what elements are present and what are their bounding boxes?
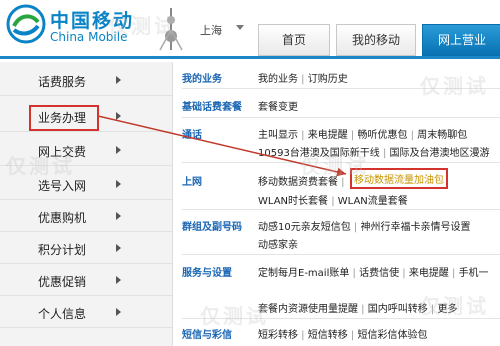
- row-divider: [182, 318, 500, 319]
- link-caller-id[interactable]: 主叫显示: [258, 130, 298, 141]
- brand-name-en: China Mobile: [50, 30, 128, 44]
- link-sms-package[interactable]: 动感10元亲友短信包: [258, 222, 351, 233]
- sidebar-item-label: 网上交费: [38, 145, 87, 159]
- link-listen-package[interactable]: 畅听优惠包: [357, 130, 407, 141]
- link-data-booster-highlighted[interactable]: 移动数据流量加油包: [350, 168, 448, 189]
- category-groups: 群组及副号码: [182, 222, 242, 233]
- link-mms-transfer[interactable]: 短彩转移: [258, 330, 298, 341]
- category-sms-mms: 短信与彩信: [182, 330, 232, 341]
- link-email-bill[interactable]: 定制每月E-mail账单: [258, 268, 349, 279]
- link-wlan-time[interactable]: WLAN时长套餐: [258, 196, 328, 207]
- link-more[interactable]: 更多: [437, 304, 457, 315]
- link-order-history[interactable]: 订购历史: [308, 74, 348, 85]
- sidebar-item-business[interactable]: 业务办理: [0, 102, 172, 132]
- link-phone[interactable]: 手机一: [459, 268, 489, 279]
- chevron-right-icon: [116, 76, 121, 84]
- link-row-5b: 套餐内资源使用量提醒 | 国内呼叫转移 | 更多: [258, 304, 458, 315]
- chevron-right-icon: [116, 276, 121, 284]
- sidebar: 话费服务 业务办理 网上交费 选号入网 优惠购机 积分计划 优惠促销 个人信息: [0, 62, 173, 346]
- chevron-right-icon: [116, 180, 121, 188]
- link-roaming[interactable]: 国际及台港澳地区漫游: [390, 148, 490, 159]
- sidebar-item-label: 积分计划: [38, 243, 87, 257]
- link-sms-transfer[interactable]: 短信转移: [308, 330, 348, 341]
- sidebar-item-label: 话费服务: [38, 75, 87, 89]
- row-divider: [182, 209, 500, 210]
- sidebar-item-label: 选号入网: [38, 179, 87, 193]
- tab-home[interactable]: 首页: [258, 24, 330, 56]
- chevron-down-icon[interactable]: [236, 25, 244, 30]
- sidebar-item-bill-service[interactable]: 话费服务: [0, 66, 172, 96]
- category-internet: 上网: [182, 177, 202, 188]
- china-mobile-logo-icon: [6, 4, 46, 44]
- oriental-pearl-tower-icon: [159, 8, 183, 51]
- tab-online-service[interactable]: 网上营业: [422, 24, 500, 56]
- link-sms-trial[interactable]: 短信彩信体验包: [357, 330, 427, 341]
- link-call-alert[interactable]: 来电提醒: [409, 268, 449, 279]
- link-row-4: 动感10元亲友短信包 | 神州行幸福卡亲情号设置: [258, 222, 471, 233]
- tab-my-mobile[interactable]: 我的移动: [336, 24, 416, 56]
- sidebar-item-online-payment[interactable]: 网上交费: [0, 136, 172, 166]
- row-divider: [182, 88, 500, 89]
- row-divider: [182, 117, 500, 118]
- link-bill-messenger[interactable]: 话费信使: [359, 268, 399, 279]
- link-row-6: 短彩转移 | 短信转移 | 短信彩信体验包: [258, 330, 428, 341]
- link-wlan-data[interactable]: WLAN流量套餐: [338, 196, 408, 207]
- header-divider: [0, 56, 500, 59]
- category-calls: 通话: [182, 130, 202, 141]
- chevron-right-icon: [116, 244, 121, 252]
- link-family[interactable]: 动感家亲: [258, 236, 298, 251]
- sidebar-item-label: 优惠购机: [38, 211, 87, 225]
- link-family-number[interactable]: 神州行幸福卡亲情号设置: [360, 222, 470, 233]
- city-selector[interactable]: 上海: [200, 22, 222, 38]
- category-basic-plans: 基础话费套餐: [182, 102, 242, 113]
- link-weekend-package[interactable]: 周末畅聊包: [417, 130, 467, 141]
- link-plan-change[interactable]: 套餐变更: [258, 98, 298, 113]
- link-row-3b: WLAN时长套餐 | WLAN流量套餐: [258, 196, 408, 207]
- link-call-forward[interactable]: 国内呼叫转移: [368, 304, 428, 315]
- chevron-right-icon: [116, 308, 121, 316]
- link-call-reminder[interactable]: 来电提醒: [308, 130, 348, 141]
- link-row-5: 定制每月E-mail账单 | 话费信使 | 来电提醒 | 手机一: [258, 268, 489, 279]
- link-international-line[interactable]: 10593台港澳及国际新干线: [258, 148, 380, 159]
- sidebar-item-select-number[interactable]: 选号入网: [0, 170, 172, 200]
- link-row-2: 主叫显示 | 来电提醒 | 畅听优惠包 | 周末畅聊包: [258, 130, 468, 141]
- sidebar-item-personal-info[interactable]: 个人信息: [0, 298, 172, 328]
- link-row-2b: 10593台港澳及国际新干线 | 国际及台港澳地区漫游: [258, 148, 490, 159]
- sidebar-item-promotions[interactable]: 优惠促销: [0, 266, 172, 296]
- chevron-right-icon: [116, 146, 121, 154]
- link-row-0: 我的业务 | 订购历史: [258, 74, 348, 85]
- link-row-3: 移动数据资费套餐 |: [258, 177, 345, 188]
- brand-name-cn: 中国移动: [50, 10, 135, 32]
- category-service-settings: 服务与设置: [182, 268, 232, 279]
- sidebar-item-phone-deals[interactable]: 优惠购机: [0, 202, 172, 232]
- sidebar-item-label: 优惠促销: [38, 275, 87, 289]
- sidebar-item-label: 业务办理: [38, 111, 87, 125]
- row-divider: [182, 254, 500, 255]
- link-my-business[interactable]: 我的业务: [258, 74, 298, 85]
- row-divider: [182, 162, 500, 163]
- chevron-right-icon: [116, 212, 121, 220]
- top-navigation: 首页 我的移动 网上营业: [258, 24, 500, 56]
- category-my-business: 我的业务: [182, 74, 222, 85]
- sidebar-item-label: 个人信息: [38, 307, 87, 321]
- link-data-plan[interactable]: 移动数据资费套餐: [258, 177, 338, 188]
- link-usage-reminder[interactable]: 套餐内资源使用量提醒: [258, 304, 358, 315]
- business-menu: 我的业务 我的业务 | 订购历史 基础话费套餐 套餐变更 通话 主叫显示 | 来…: [172, 62, 500, 346]
- sidebar-item-points[interactable]: 积分计划: [0, 234, 172, 264]
- chevron-right-icon: [116, 112, 121, 120]
